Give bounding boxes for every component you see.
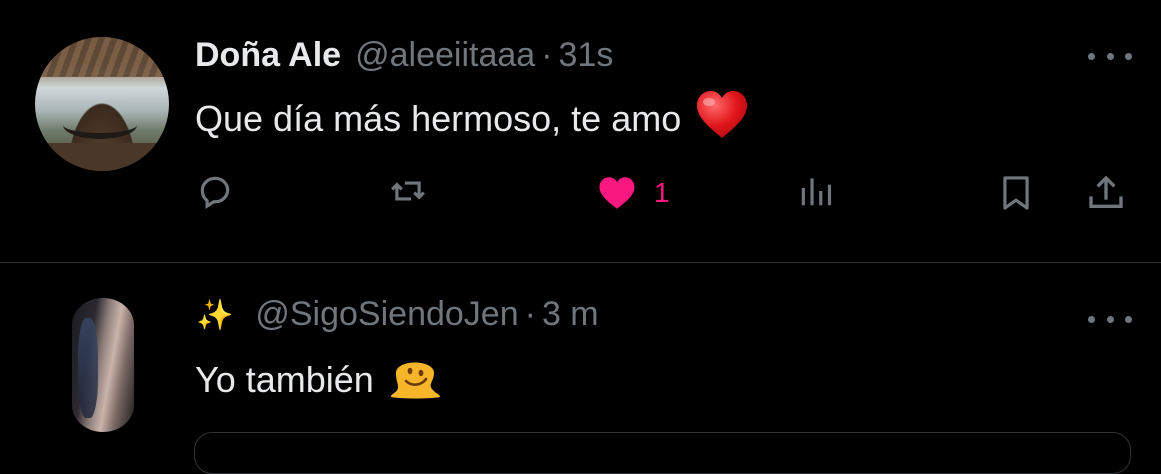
sparkles-emoji[interactable]: ✨	[196, 298, 233, 333]
tweet-text: Que día más hermoso, te amo	[195, 90, 749, 144]
like-count: 1	[654, 177, 670, 208]
tweet-text-content: Que día más hermoso, te amo	[195, 98, 682, 139]
share-button[interactable]	[1086, 172, 1126, 214]
tweet[interactable]: Doña Ale @aleeiitaaa · 31s Que día más h…	[0, 0, 1161, 263]
reply-button[interactable]	[196, 172, 234, 210]
action-bar: 1	[192, 172, 1142, 222]
avatar-hammock	[63, 111, 137, 139]
like-button[interactable]: 1	[594, 172, 670, 214]
melting-face-emoji	[388, 351, 442, 410]
reply-avatar-hair	[78, 318, 98, 418]
quoted-card[interactable]	[194, 432, 1131, 474]
heart-emoji	[695, 90, 749, 149]
more-options-icon[interactable]	[1088, 46, 1132, 66]
reply-handle[interactable]: @SigoSiendoJen	[255, 295, 518, 334]
reply-tweet[interactable]: ✨ @SigoSiendoJen · 3 m Yo también	[0, 263, 1161, 474]
retweet-icon	[391, 181, 425, 201]
author-handle[interactable]: @aleeiitaaa	[355, 36, 535, 75]
bookmark-button[interactable]	[997, 172, 1035, 214]
share-icon	[1089, 175, 1123, 208]
avatar-roof	[35, 37, 169, 77]
reply-header: ✨ @SigoSiendoJen · 3 m	[196, 295, 599, 339]
reply-icon	[200, 176, 230, 209]
heart-filled-icon	[599, 177, 635, 209]
views-button[interactable]	[796, 172, 836, 210]
reply-text: Yo también	[195, 355, 442, 405]
avatar[interactable]	[35, 37, 169, 171]
separator-dot: ·	[524, 295, 536, 333]
author-name[interactable]: Doña Ale	[195, 36, 341, 75]
reply-timestamp[interactable]: 3 m	[542, 295, 599, 334]
reply-text-content: Yo también	[195, 359, 374, 400]
avatar-floor	[35, 143, 169, 171]
views-icon	[801, 178, 832, 206]
timestamp[interactable]: 31s	[559, 36, 614, 75]
reply-more-options-icon[interactable]	[1088, 309, 1132, 329]
separator-dot: ·	[541, 36, 553, 74]
tweet-header: Doña Ale @aleeiitaaa · 31s	[195, 36, 613, 80]
bookmark-icon	[1003, 176, 1029, 210]
reply-avatar[interactable]	[72, 298, 134, 432]
retweet-button[interactable]	[388, 172, 428, 210]
